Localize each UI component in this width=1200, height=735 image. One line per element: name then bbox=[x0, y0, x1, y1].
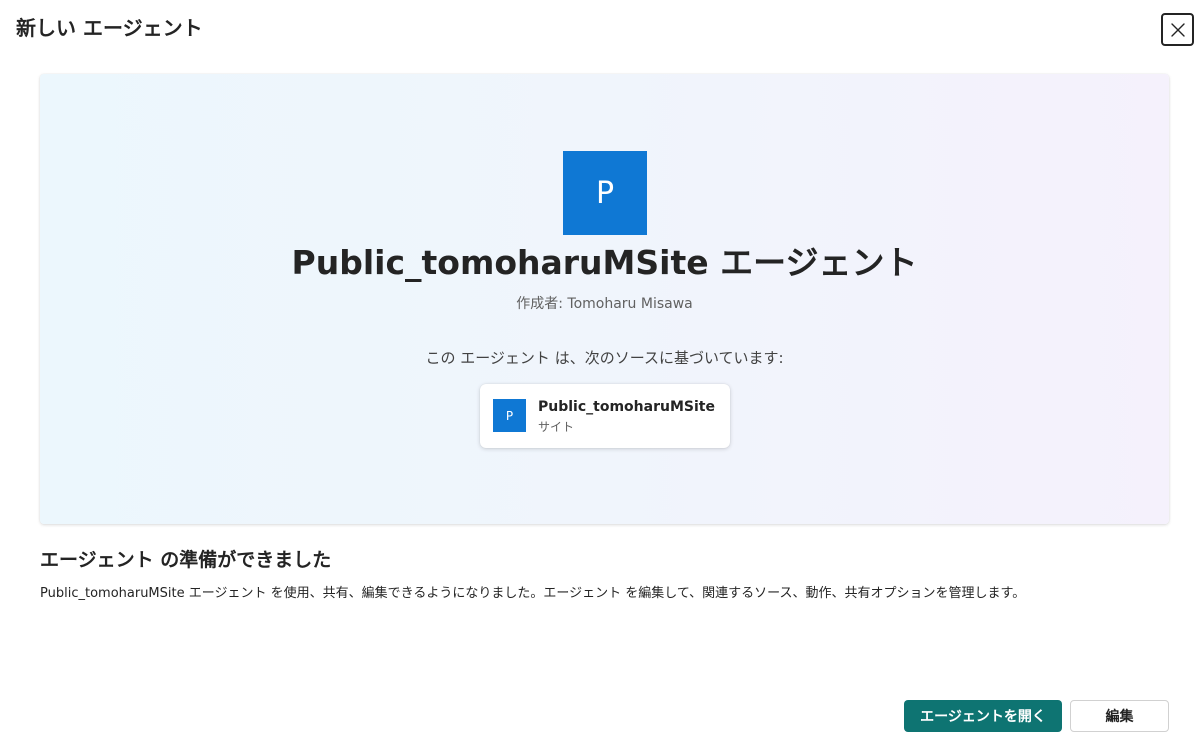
source-name: Public_tomoharuMSite bbox=[538, 399, 715, 415]
author-line: 作成者: Tomoharu Misawa bbox=[516, 296, 693, 312]
close-icon bbox=[1170, 22, 1185, 37]
source-card[interactable]: P Public_tomoharuMSite サイト bbox=[480, 384, 730, 448]
close-button[interactable] bbox=[1161, 13, 1194, 46]
ready-description: Public_tomoharuMSite エージェント を使用、共有、編集できる… bbox=[40, 586, 1026, 601]
dialog-title: 新しい エージェント bbox=[16, 16, 203, 40]
site-icon: P bbox=[493, 399, 526, 432]
agent-summary-card: P Public_tomoharuMSite エージェント 作成者: Tomoh… bbox=[40, 74, 1169, 524]
edit-button[interactable]: 編集 bbox=[1070, 700, 1169, 732]
source-intro-text: この エージェント は、次のソースに基づいています: bbox=[425, 349, 784, 367]
ready-heading: エージェント の準備ができました bbox=[40, 549, 332, 571]
new-agent-dialog: 新しい エージェント P Public_tomoharuMSite エージェント… bbox=[0, 0, 1200, 735]
site-logo: P bbox=[563, 151, 647, 235]
source-type: サイト bbox=[538, 420, 575, 434]
open-agent-button[interactable]: エージェントを開く bbox=[904, 700, 1062, 732]
agent-name: Public_tomoharuMSite エージェント bbox=[291, 243, 918, 282]
